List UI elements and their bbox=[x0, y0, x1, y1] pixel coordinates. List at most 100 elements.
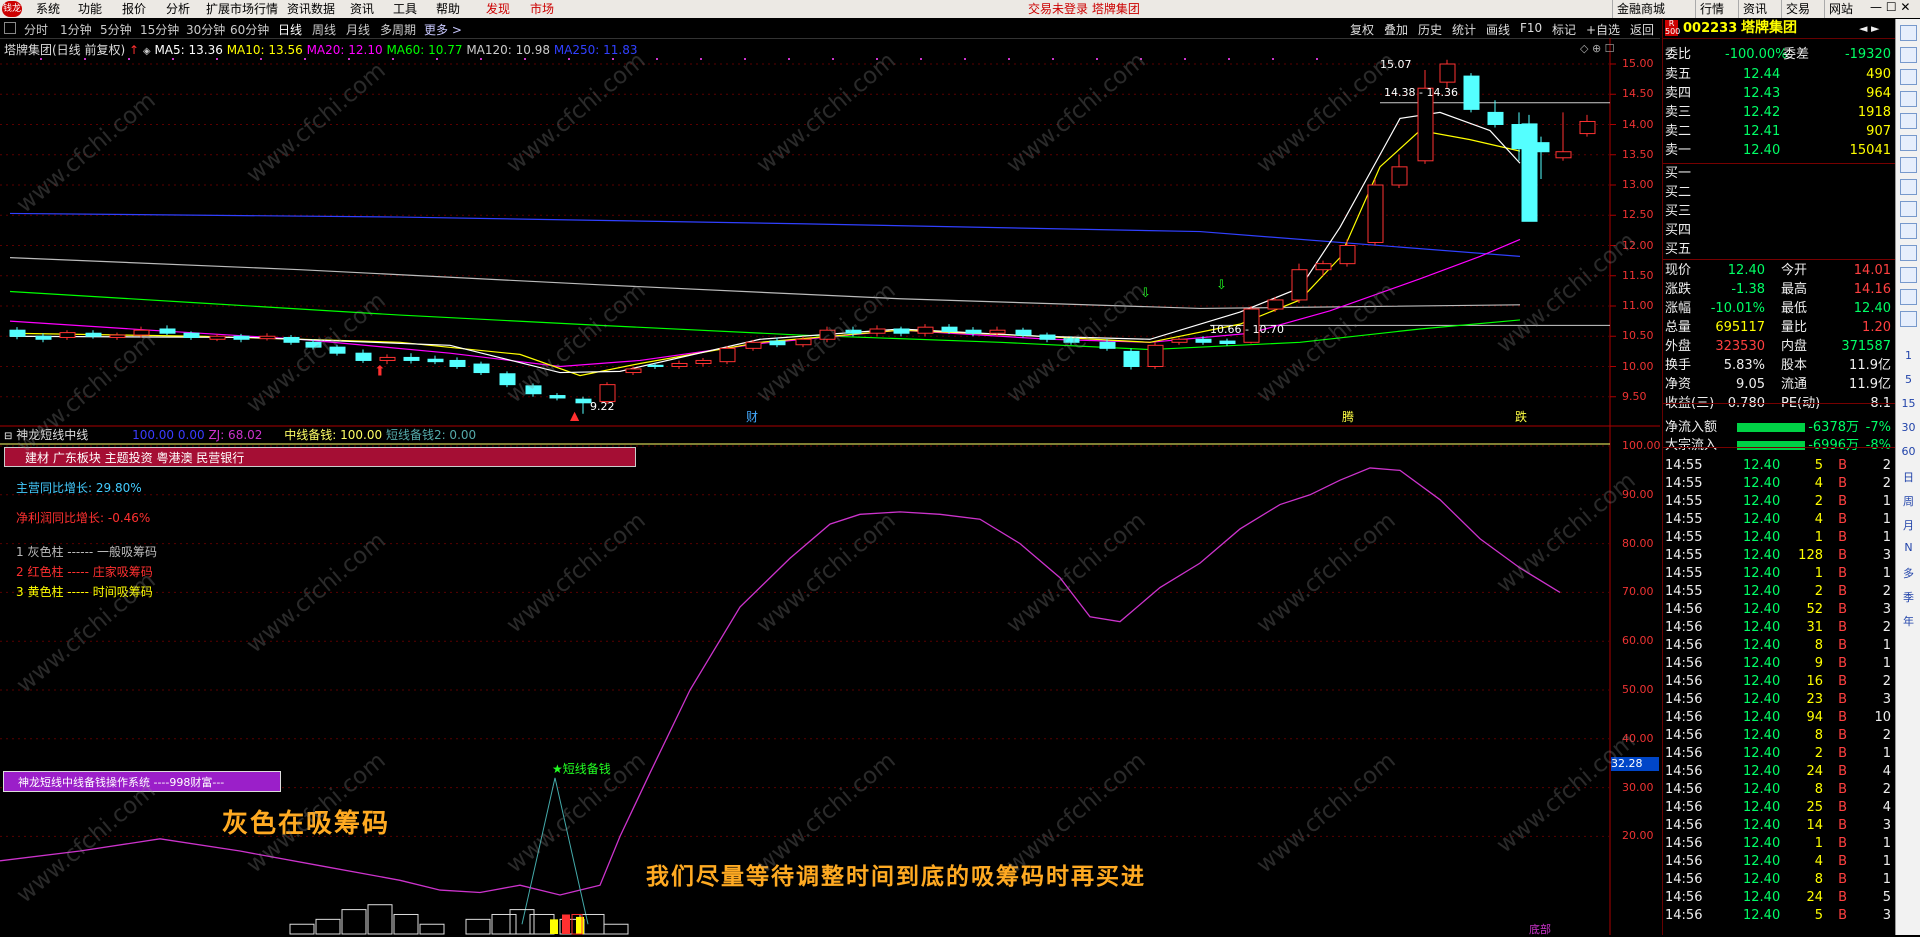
side-period-item[interactable]: 60 bbox=[1899, 445, 1918, 458]
menu-quote[interactable]: 报价 bbox=[122, 1, 146, 17]
panel-toggle-icon[interactable] bbox=[4, 22, 16, 34]
side-period-item[interactable]: 年 bbox=[1899, 613, 1918, 629]
period-multi[interactable]: 多周期 bbox=[380, 21, 416, 38]
indicator-toggle-icon[interactable]: ⊟ bbox=[4, 431, 12, 442]
tick-price: 12.40 bbox=[1743, 710, 1781, 725]
tick-volume: 24 bbox=[1806, 764, 1823, 779]
bid-label[interactable]: 买三 bbox=[1665, 200, 1691, 219]
bid-label[interactable]: 买一 bbox=[1665, 162, 1691, 181]
marker-dot bbox=[568, 58, 570, 60]
ask-row[interactable]: 卖一 12.40 15041 bbox=[1663, 141, 1895, 160]
bid-label[interactable]: 买二 bbox=[1665, 181, 1691, 200]
side-period-item[interactable]: 周 bbox=[1899, 493, 1918, 509]
tick-time: 14:56 bbox=[1665, 692, 1703, 707]
side-tool-icon[interactable] bbox=[1900, 201, 1917, 217]
bid-label[interactable]: 买五 bbox=[1665, 238, 1691, 257]
ask-row[interactable]: 卖二 12.41 907 bbox=[1663, 122, 1895, 141]
tick-time: 14:55 bbox=[1665, 458, 1703, 473]
side-period-item[interactable]: 季 bbox=[1899, 589, 1918, 605]
candle bbox=[427, 355, 444, 365]
menu-info-data[interactable]: 资讯数据 bbox=[287, 1, 335, 17]
menu-help[interactable]: 帮助 bbox=[436, 1, 460, 17]
period-1min[interactable]: 1分钟 bbox=[60, 21, 92, 38]
ask-row[interactable]: 卖三 12.42 1918 bbox=[1663, 103, 1895, 122]
menu-info[interactable]: 资讯 bbox=[350, 1, 374, 17]
tick-direction: B bbox=[1838, 710, 1847, 725]
menu-extended-market[interactable]: 扩展市场行情 bbox=[206, 1, 278, 17]
btn-trade[interactable]: 交易 bbox=[1781, 0, 1814, 18]
tick-price: 12.40 bbox=[1743, 746, 1781, 761]
btn-news[interactable]: 资讯 bbox=[1738, 0, 1771, 18]
side-tool-icon[interactable] bbox=[1900, 47, 1917, 63]
side-period-item[interactable]: 日 bbox=[1899, 469, 1918, 485]
period-monthly[interactable]: 月线 bbox=[346, 21, 370, 38]
tick-time: 14:55 bbox=[1665, 584, 1703, 599]
menu-discover[interactable]: 发现 bbox=[486, 1, 510, 17]
tick-direction: B bbox=[1838, 548, 1847, 563]
menu-analysis[interactable]: 分析 bbox=[166, 1, 190, 17]
side-tool-icon[interactable] bbox=[1900, 267, 1917, 283]
side-tool-icon[interactable] bbox=[1900, 91, 1917, 107]
stock-code: 002233 bbox=[1683, 21, 1738, 36]
side-tool-icon[interactable] bbox=[1900, 135, 1917, 151]
side-tool-icon[interactable] bbox=[1900, 157, 1917, 173]
btn-site[interactable]: 网站 bbox=[1824, 0, 1857, 18]
side-tool-icon[interactable] bbox=[1900, 179, 1917, 195]
menu-market[interactable]: 市场 bbox=[530, 1, 554, 17]
bid-label[interactable]: 买四 bbox=[1665, 219, 1691, 238]
tick-price: 12.40 bbox=[1743, 530, 1781, 545]
tool-mark[interactable]: 标记 bbox=[1552, 21, 1576, 38]
period-intraday[interactable]: 分时 bbox=[24, 21, 48, 38]
side-tool-icon[interactable] bbox=[1900, 223, 1917, 239]
tool-f10[interactable]: F10 bbox=[1520, 21, 1542, 35]
stock-header: R 500 002233 塔牌集团 ◄ ► bbox=[1663, 19, 1895, 39]
menu-system[interactable]: 系统 bbox=[36, 1, 60, 17]
side-period-item[interactable]: 1 bbox=[1899, 349, 1918, 362]
tool-stats[interactable]: 统计 bbox=[1452, 21, 1476, 38]
menu-function[interactable]: 功能 bbox=[78, 1, 102, 17]
side-period-item[interactable]: 月 bbox=[1899, 517, 1918, 533]
sector-box[interactable]: 建材 广东板块 主题投资 粤港澳 民营银行 bbox=[4, 447, 636, 467]
period-weekly[interactable]: 周线 bbox=[312, 21, 336, 38]
quote-row: 总量 695117 量比 1.20 bbox=[1663, 318, 1895, 337]
btn-mall[interactable]: 金融商城 bbox=[1612, 0, 1669, 18]
side-tool-icon[interactable] bbox=[1900, 289, 1917, 305]
candle-body bbox=[1555, 151, 1572, 159]
tool-back[interactable]: 返回 bbox=[1630, 21, 1654, 38]
side-period-item[interactable]: 15 bbox=[1899, 397, 1918, 410]
tool-restore-rights[interactable]: 复权 bbox=[1350, 21, 1374, 38]
ask-price: 12.40 bbox=[1743, 143, 1781, 158]
side-period-item[interactable]: N bbox=[1899, 541, 1918, 554]
side-period-item[interactable]: 多 bbox=[1899, 565, 1918, 581]
side-tool-icon[interactable] bbox=[1900, 69, 1917, 85]
period-daily[interactable]: 日线 bbox=[278, 21, 302, 38]
period-15min[interactable]: 15分钟 bbox=[140, 21, 179, 38]
side-tool-icon[interactable] bbox=[1900, 311, 1917, 327]
period-more[interactable]: 更多 > bbox=[424, 21, 462, 38]
side-period-item[interactable]: 5 bbox=[1899, 373, 1918, 386]
menu-tools[interactable]: 工具 bbox=[393, 1, 417, 17]
tool-history[interactable]: 历史 bbox=[1418, 21, 1442, 38]
tick-volume: 2 bbox=[1814, 494, 1823, 509]
period-5min[interactable]: 5分钟 bbox=[100, 21, 132, 38]
panel-arrows-icon[interactable]: ◄ ► bbox=[1859, 19, 1879, 38]
tool-draw[interactable]: 画线 bbox=[1486, 21, 1510, 38]
side-tool-icon[interactable] bbox=[1900, 245, 1917, 261]
chart-corner-icons[interactable]: ◇ ⊕ ☐ bbox=[1580, 42, 1615, 55]
tick-count: 2 bbox=[1882, 674, 1891, 689]
tick-row: 14:56 12.40 2 B 1 bbox=[1663, 745, 1895, 763]
candle-body bbox=[1123, 350, 1140, 367]
tick-volume: 23 bbox=[1806, 692, 1823, 707]
period-30min[interactable]: 30分钟 bbox=[186, 21, 225, 38]
side-period-item[interactable]: 30 bbox=[1899, 421, 1918, 434]
ask-row[interactable]: 卖五 12.44 490 bbox=[1663, 65, 1895, 84]
ask-row[interactable]: 卖四 12.43 964 bbox=[1663, 84, 1895, 103]
side-tool-icon[interactable] bbox=[1900, 113, 1917, 129]
side-tool-icon[interactable] bbox=[1900, 25, 1917, 41]
period-60min[interactable]: 60分钟 bbox=[230, 21, 269, 38]
tool-overlay[interactable]: 叠加 bbox=[1384, 21, 1408, 38]
tool-add-watch[interactable]: +自选 bbox=[1586, 21, 1620, 38]
window-controls[interactable]: — ☐ ✕ bbox=[1870, 0, 1910, 14]
btn-market[interactable]: 行情 bbox=[1695, 0, 1728, 18]
collapse-icon[interactable]: ◈ bbox=[143, 46, 151, 57]
